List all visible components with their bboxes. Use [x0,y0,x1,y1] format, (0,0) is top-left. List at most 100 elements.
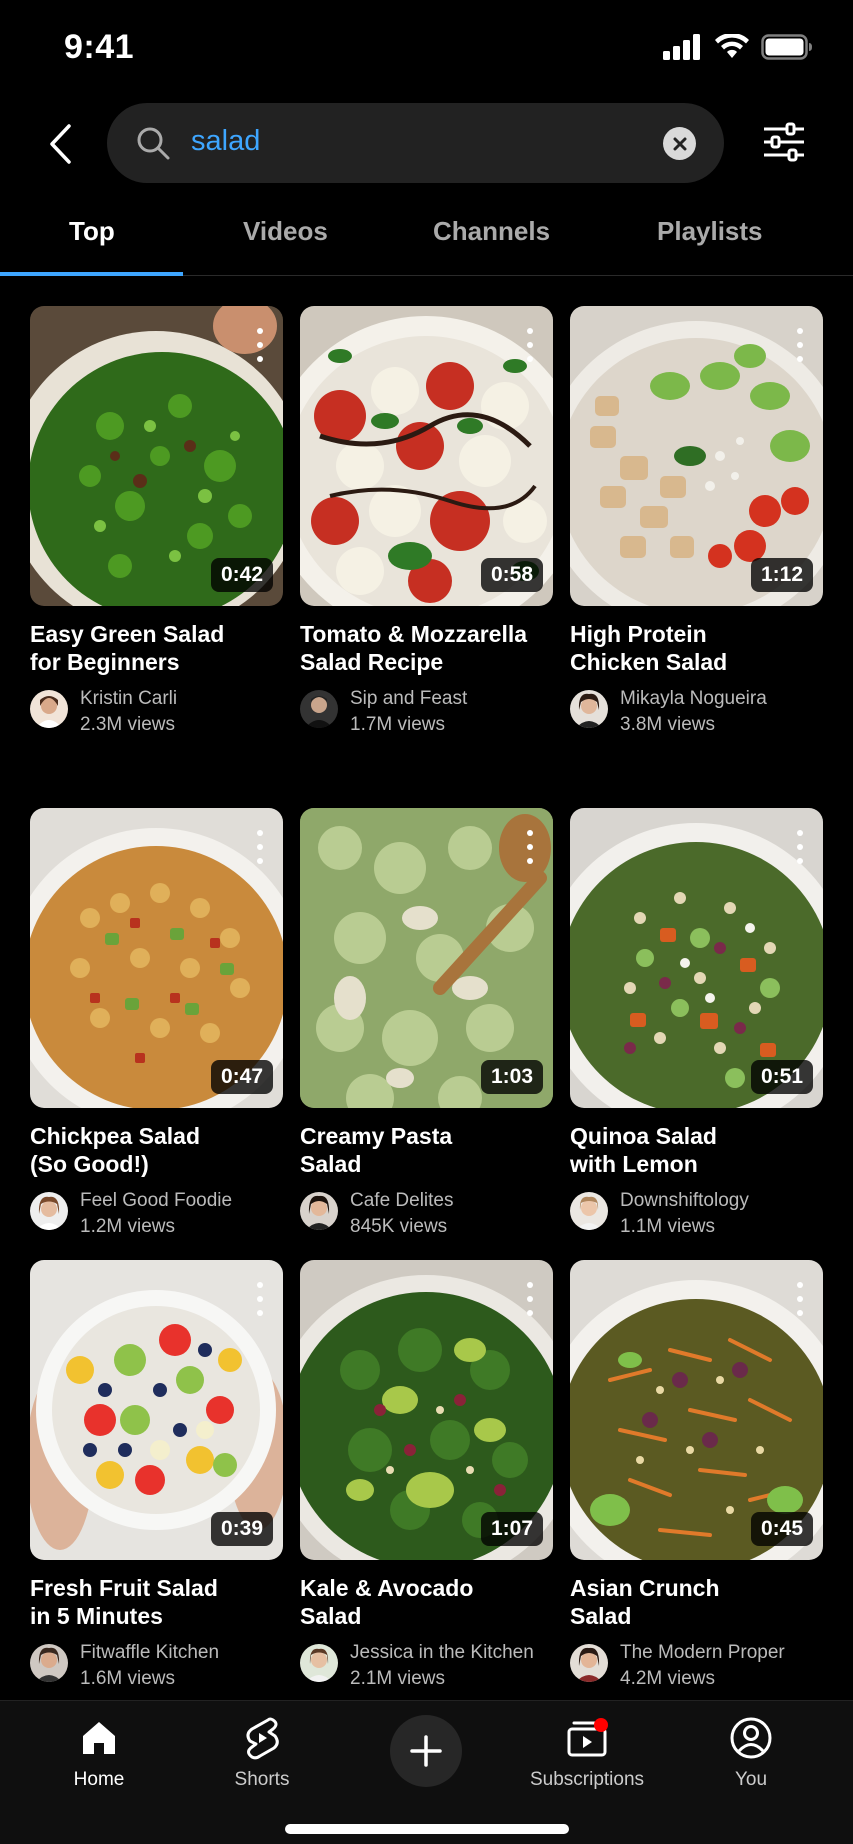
more-options-button[interactable] [255,830,265,864]
status-bar: 9:41 [0,0,853,100]
video-card[interactable]: 0:45 Asian Crunch Salad The Modern Prope… [570,1260,823,1692]
more-options-button[interactable] [795,328,805,362]
status-icons [663,34,813,60]
channel-avatar[interactable] [570,690,608,728]
tab-videos[interactable]: Videos [243,216,328,247]
video-thumbnail[interactable]: 1:03 [300,808,553,1108]
tab-channels[interactable]: Channels [433,216,550,247]
video-title[interactable]: Easy Green Salad for Beginners [30,620,283,676]
channel-name[interactable]: Sip and Feast [350,686,467,712]
channel-avatar[interactable] [300,1644,338,1682]
close-icon [673,137,686,150]
channel-avatar[interactable] [570,1192,608,1230]
search-query-text[interactable]: salad [191,125,260,158]
nav-you[interactable]: You [676,1713,826,1791]
video-title[interactable]: Creamy Pasta Salad [300,1122,553,1178]
video-title[interactable]: High Protein Chicken Salad [570,620,823,676]
view-count: 2.1M views [350,1668,446,1689]
more-options-button[interactable] [255,328,265,362]
more-options-button[interactable] [795,1282,805,1316]
video-card[interactable]: 0:42 Easy Green Salad for Beginners Kris… [30,306,283,738]
channel-avatar[interactable] [570,1644,608,1682]
clear-search-button[interactable] [663,127,696,160]
active-tab-indicator [0,272,183,276]
video-title[interactable]: Quinoa Salad with Lemon [570,1122,823,1178]
tab-top[interactable]: Top [69,216,115,247]
view-count: 1.7M views [350,714,446,735]
nav-home[interactable]: Home [24,1713,174,1791]
video-card[interactable]: 0:51 Quinoa Salad with Lemon Downshiftol… [570,808,823,1240]
video-title[interactable]: Tomato & Mozzarella Salad Recipe [300,620,553,676]
plus-icon [410,1735,442,1767]
duration-badge: 0:42 [210,558,273,592]
channel-name[interactable]: Mikayla Nogueira [620,686,767,712]
nav-subscriptions[interactable]: Subscriptions [512,1713,662,1791]
more-options-button[interactable] [795,830,805,864]
more-options-button[interactable] [525,830,535,864]
create-button[interactable] [390,1715,462,1787]
bottom-navigation: Home Shorts Subscriptions You [0,1700,853,1844]
chevron-left-icon [50,124,71,164]
video-title[interactable]: Kale & Avocado Salad [300,1574,553,1630]
more-options-button[interactable] [525,1282,535,1316]
video-thumbnail[interactable]: 0:42 [30,306,283,606]
video-thumbnail[interactable]: 0:39 [30,1260,283,1560]
subscriptions-icon [567,1718,608,1757]
video-thumbnail[interactable]: 1:07 [300,1260,553,1560]
account-icon [730,1717,772,1759]
view-count: 1.6M views [80,1668,176,1689]
channel-avatar[interactable] [30,690,68,728]
wifi-icon [715,34,749,58]
video-thumbnail[interactable]: 0:51 [570,808,823,1108]
channel-name[interactable]: Fitwaffle Kitchen [80,1640,219,1666]
back-button[interactable] [40,118,80,170]
video-title[interactable]: Chickpea Salad (So Good!) [30,1122,283,1178]
channel-avatar[interactable] [300,690,338,728]
channel-name[interactable]: Kristin Carli [80,686,177,712]
battery-icon [761,34,812,60]
view-count: 3.8M views [620,714,716,735]
more-options-button[interactable] [525,328,535,362]
shorts-icon [246,1717,279,1760]
video-card[interactable]: 1:07 Kale & Avocado Salad Jessica in the… [300,1260,553,1692]
video-thumbnail[interactable]: 0:45 [570,1260,823,1560]
channel-avatar[interactable] [300,1192,338,1230]
video-title[interactable]: Fresh Fruit Salad in 5 Minutes [30,1574,283,1630]
nav-subscriptions-label: Subscriptions [529,1769,645,1790]
video-thumbnail[interactable]: 0:47 [30,808,283,1108]
tab-playlists[interactable]: Playlists [657,216,763,247]
video-card[interactable]: 0:39 Fresh Fruit Salad in 5 Minutes Fitw… [30,1260,283,1692]
video-card[interactable]: 1:03 Creamy Pasta Salad Cafe Delites 845… [300,808,553,1240]
channel-name[interactable]: Cafe Delites [350,1188,454,1214]
home-indicator [285,1824,569,1834]
video-card[interactable]: 0:58 Tomato & Mozzarella Salad Recipe Si… [300,306,553,738]
video-card[interactable]: 0:47 Chickpea Salad (So Good!) Feel Good… [30,808,283,1240]
home-icon [83,1722,115,1754]
channel-avatar[interactable] [30,1644,68,1682]
channel-name[interactable]: Downshiftology [620,1188,749,1214]
duration-badge: 0:47 [210,1060,273,1094]
channel-name[interactable]: Jessica in the Kitchen [350,1640,534,1666]
channel-name[interactable]: The Modern Proper [620,1640,785,1666]
nav-shorts[interactable]: Shorts [187,1713,337,1791]
duration-badge: 0:51 [750,1060,813,1094]
video-title[interactable]: Asian Crunch Salad [570,1574,823,1630]
search-field[interactable]: salad [107,103,724,183]
nav-shorts-label: Shorts [234,1769,290,1790]
search-filters-button[interactable] [762,120,806,164]
duration-badge: 1:12 [750,558,813,592]
duration-badge: 0:58 [480,558,543,592]
video-thumbnail[interactable]: 0:58 [300,306,553,606]
status-time: 9:41 [64,28,135,66]
view-count: 1.2M views [80,1216,176,1237]
notification-dot [594,1718,608,1732]
channel-avatar[interactable] [30,1192,68,1230]
video-thumbnail[interactable]: 1:12 [570,306,823,606]
channel-name[interactable]: Feel Good Foodie [80,1188,232,1214]
cellular-signal-icon [663,34,700,60]
nav-you-label: You [734,1769,768,1790]
view-count: 1.1M views [620,1216,716,1237]
duration-badge: 1:03 [480,1060,543,1094]
more-options-button[interactable] [255,1282,265,1316]
video-card[interactable]: 1:12 High Protein Chicken Salad Mikayla … [570,306,823,738]
